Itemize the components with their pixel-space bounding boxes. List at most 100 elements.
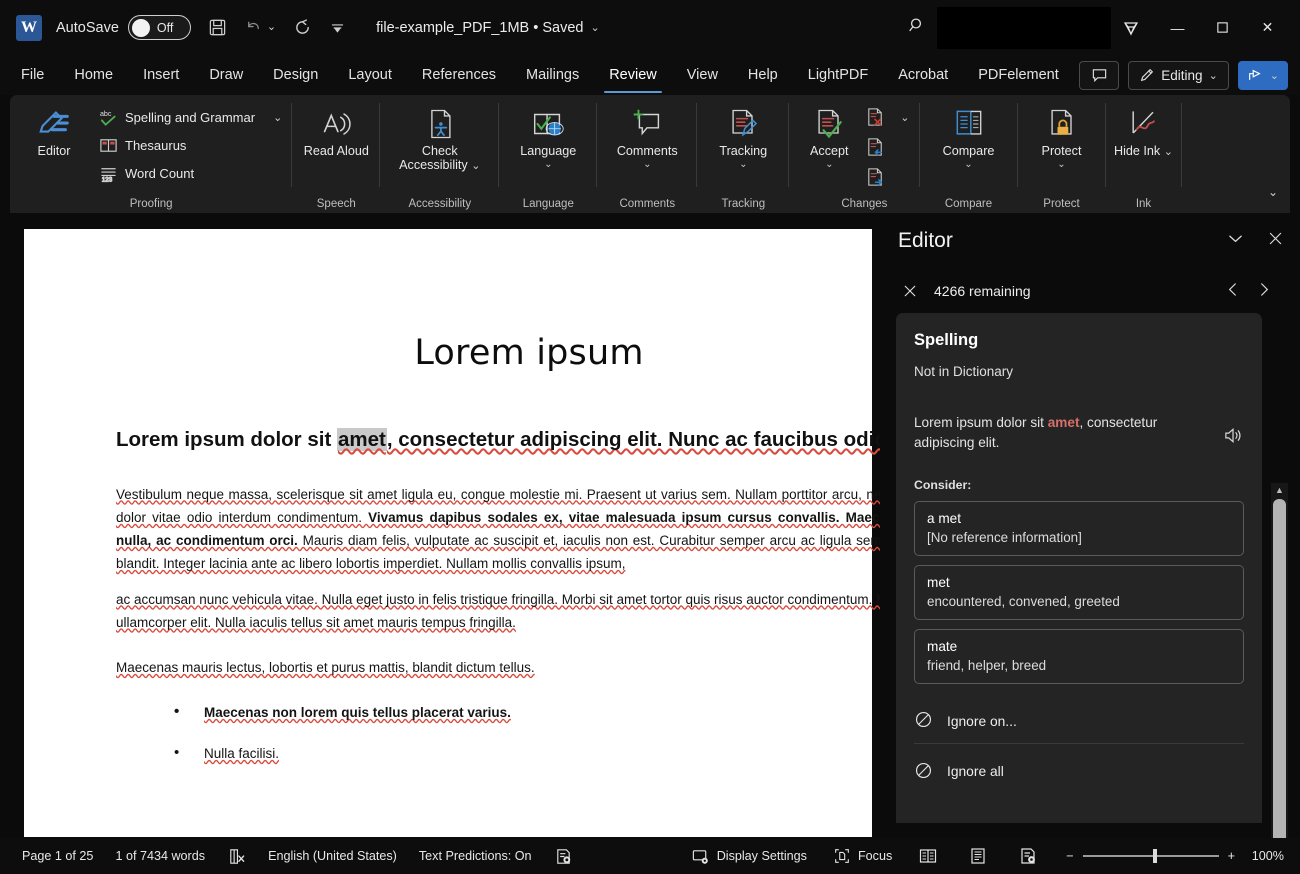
card-subheading: Not in Dictionary xyxy=(914,364,1244,379)
zoom-control[interactable]: − + 100% xyxy=(1066,849,1284,863)
chevron-down-icon[interactable]: ⌄ xyxy=(273,111,282,124)
collapse-ribbon-chevron-icon[interactable]: ⌄ xyxy=(1268,185,1278,199)
suggestion-option[interactable]: met encountered, convened, greeted xyxy=(914,565,1244,620)
word-count-indicator[interactable]: 1 of 7434 words xyxy=(115,849,205,863)
tab-pdfelement[interactable]: PDFelement xyxy=(976,64,1061,86)
thesaurus-button[interactable]: Thesaurus xyxy=(96,134,285,156)
word-count-button[interactable]: 123 Word Count xyxy=(96,162,285,184)
editor-button-label: Editor xyxy=(38,144,71,158)
customize-quick-access-icon[interactable] xyxy=(329,19,346,36)
web-layout-icon[interactable] xyxy=(1018,846,1038,866)
new-comment-icon xyxy=(628,104,666,144)
chevron-down-icon[interactable]: ⌄ xyxy=(739,159,747,170)
proofing-errors-icon[interactable] xyxy=(227,847,246,866)
zoom-slider-thumb[interactable] xyxy=(1153,849,1157,863)
scrollbar-thumb[interactable] xyxy=(1273,499,1286,874)
consider-label: Consider: xyxy=(914,478,1244,492)
language-globe-icon xyxy=(529,104,567,144)
ribbon: Editor abc Spelling and Grammar ⌄ xyxy=(10,95,1290,213)
close-icon[interactable] xyxy=(1267,230,1284,252)
thesaurus-label: Thesaurus xyxy=(125,138,186,153)
document-canvas[interactable]: Lorem ipsum Lorem ipsum dolor sit amet, … xyxy=(10,213,880,838)
chevron-down-icon[interactable]: ⌄ xyxy=(1164,146,1173,158)
chevron-down-icon[interactable]: ⌄ xyxy=(825,159,833,170)
diamond-icon[interactable] xyxy=(1121,18,1141,38)
tab-help[interactable]: Help xyxy=(746,64,780,86)
close-button[interactable]: ✕ xyxy=(1245,0,1290,55)
tab-file[interactable]: File xyxy=(19,64,46,86)
zoom-in-button[interactable]: + xyxy=(1228,849,1235,863)
tab-layout[interactable]: Layout xyxy=(346,64,394,86)
focus-button[interactable]: Focus xyxy=(833,847,892,865)
reject-change-button[interactable]: ⌄ xyxy=(862,104,912,130)
ignore-all-button[interactable]: Ignore all xyxy=(914,750,1244,794)
undo-icon[interactable]: ⌄ xyxy=(244,18,276,37)
editor-pane: Editor 4266 remaining xyxy=(884,213,1300,838)
maximize-button[interactable] xyxy=(1200,0,1245,55)
scroll-up-arrow-icon[interactable]: ▲ xyxy=(1271,483,1288,497)
tab-home[interactable]: Home xyxy=(72,64,115,86)
dismiss-issue-icon[interactable] xyxy=(890,283,930,299)
editing-mode-button[interactable]: Editing ⌄ xyxy=(1128,61,1229,90)
share-button[interactable]: ⌄ xyxy=(1238,61,1288,90)
chevron-down-icon[interactable]: ⌄ xyxy=(544,159,552,170)
tab-design[interactable]: Design xyxy=(271,64,320,86)
language-button[interactable]: Language ⌄ xyxy=(506,102,590,171)
compare-button[interactable]: Compare ⌄ xyxy=(927,102,1011,171)
check-accessibility-button[interactable]: Check Accessibility ⌄ xyxy=(387,102,492,173)
chevron-right-icon[interactable] xyxy=(1257,281,1272,302)
print-layout-icon[interactable] xyxy=(968,846,988,866)
document-title[interactable]: file-example_PDF_1MB • Saved ⌄ xyxy=(376,20,600,36)
comment-icon[interactable] xyxy=(1079,61,1119,90)
spelling-and-grammar-button[interactable]: abc Spelling and Grammar ⌄ xyxy=(96,106,285,128)
accessibility-check-icon[interactable] xyxy=(554,847,573,866)
suggestion-option[interactable]: a met [No reference information] xyxy=(914,501,1244,556)
tab-insert[interactable]: Insert xyxy=(141,64,181,86)
protect-button[interactable]: Protect ⌄ xyxy=(1025,102,1099,171)
comments-button[interactable]: Comments ⌄ xyxy=(604,102,690,171)
tracking-button[interactable]: Tracking ⌄ xyxy=(704,102,782,171)
tab-draw[interactable]: Draw xyxy=(207,64,245,86)
read-aloud-button[interactable]: Read Aloud xyxy=(299,102,373,158)
list-item: Nulla facilisi. xyxy=(174,746,880,761)
speaker-icon[interactable] xyxy=(1223,413,1244,451)
minimize-button[interactable]: — xyxy=(1155,0,1200,55)
text-predictions-indicator[interactable]: Text Predictions: On xyxy=(419,849,532,863)
tab-references[interactable]: References xyxy=(420,64,498,86)
suggestion-option[interactable]: mate friend, helper, breed xyxy=(914,629,1244,684)
display-settings-button[interactable]: Display Settings xyxy=(691,847,807,866)
chevron-down-icon[interactable]: ⌄ xyxy=(1057,159,1065,170)
chevron-down-icon[interactable]: ⌄ xyxy=(590,21,599,34)
hide-ink-button[interactable]: Hide Ink ⌄ xyxy=(1113,102,1175,158)
chevron-down-icon[interactable]: ⌄ xyxy=(643,159,651,170)
next-change-button[interactable] xyxy=(862,164,912,190)
save-icon[interactable] xyxy=(208,18,227,37)
tab-view[interactable]: View xyxy=(685,64,720,86)
tab-acrobat[interactable]: Acrobat xyxy=(896,64,950,86)
document-page[interactable]: Lorem ipsum Lorem ipsum dolor sit amet, … xyxy=(24,229,872,837)
chevron-down-icon[interactable]: ⌄ xyxy=(900,111,909,124)
accept-button[interactable]: Accept ⌄ xyxy=(796,102,862,171)
read-mode-icon[interactable] xyxy=(918,846,938,866)
editor-button[interactable]: Editor xyxy=(22,102,86,158)
zoom-slider[interactable] xyxy=(1083,855,1219,857)
zoom-level-label[interactable]: 100% xyxy=(1244,849,1284,863)
page-indicator[interactable]: Page 1 of 25 xyxy=(22,849,93,863)
tab-mailings[interactable]: Mailings xyxy=(524,64,581,86)
search-icon[interactable] xyxy=(907,15,927,40)
autosave-toggle[interactable]: Off xyxy=(128,15,191,40)
previous-change-button[interactable] xyxy=(862,134,912,160)
ribbon-group-label-ink: Ink xyxy=(1106,198,1182,210)
editor-scrollbar[interactable]: ▲ ▼ xyxy=(1271,483,1288,874)
zoom-out-button[interactable]: − xyxy=(1066,849,1073,863)
ignore-once-button[interactable]: Ignore on... xyxy=(914,700,1244,744)
chevron-down-icon[interactable]: ⌄ xyxy=(471,160,480,172)
tab-lightpdf[interactable]: LightPDF xyxy=(806,64,870,86)
context-error-word: amet xyxy=(1048,415,1080,430)
redo-icon[interactable] xyxy=(293,18,312,37)
chevron-down-icon[interactable] xyxy=(1226,229,1245,253)
tab-review[interactable]: Review xyxy=(607,64,659,86)
chevron-down-icon[interactable]: ⌄ xyxy=(964,159,972,170)
language-indicator[interactable]: English (United States) xyxy=(268,849,397,863)
chevron-left-icon[interactable] xyxy=(1225,281,1240,302)
